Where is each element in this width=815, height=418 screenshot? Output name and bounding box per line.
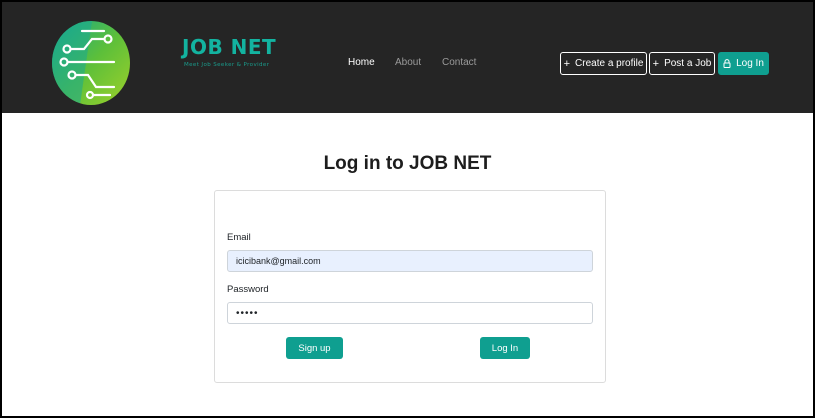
window-frame (0, 0, 815, 418)
